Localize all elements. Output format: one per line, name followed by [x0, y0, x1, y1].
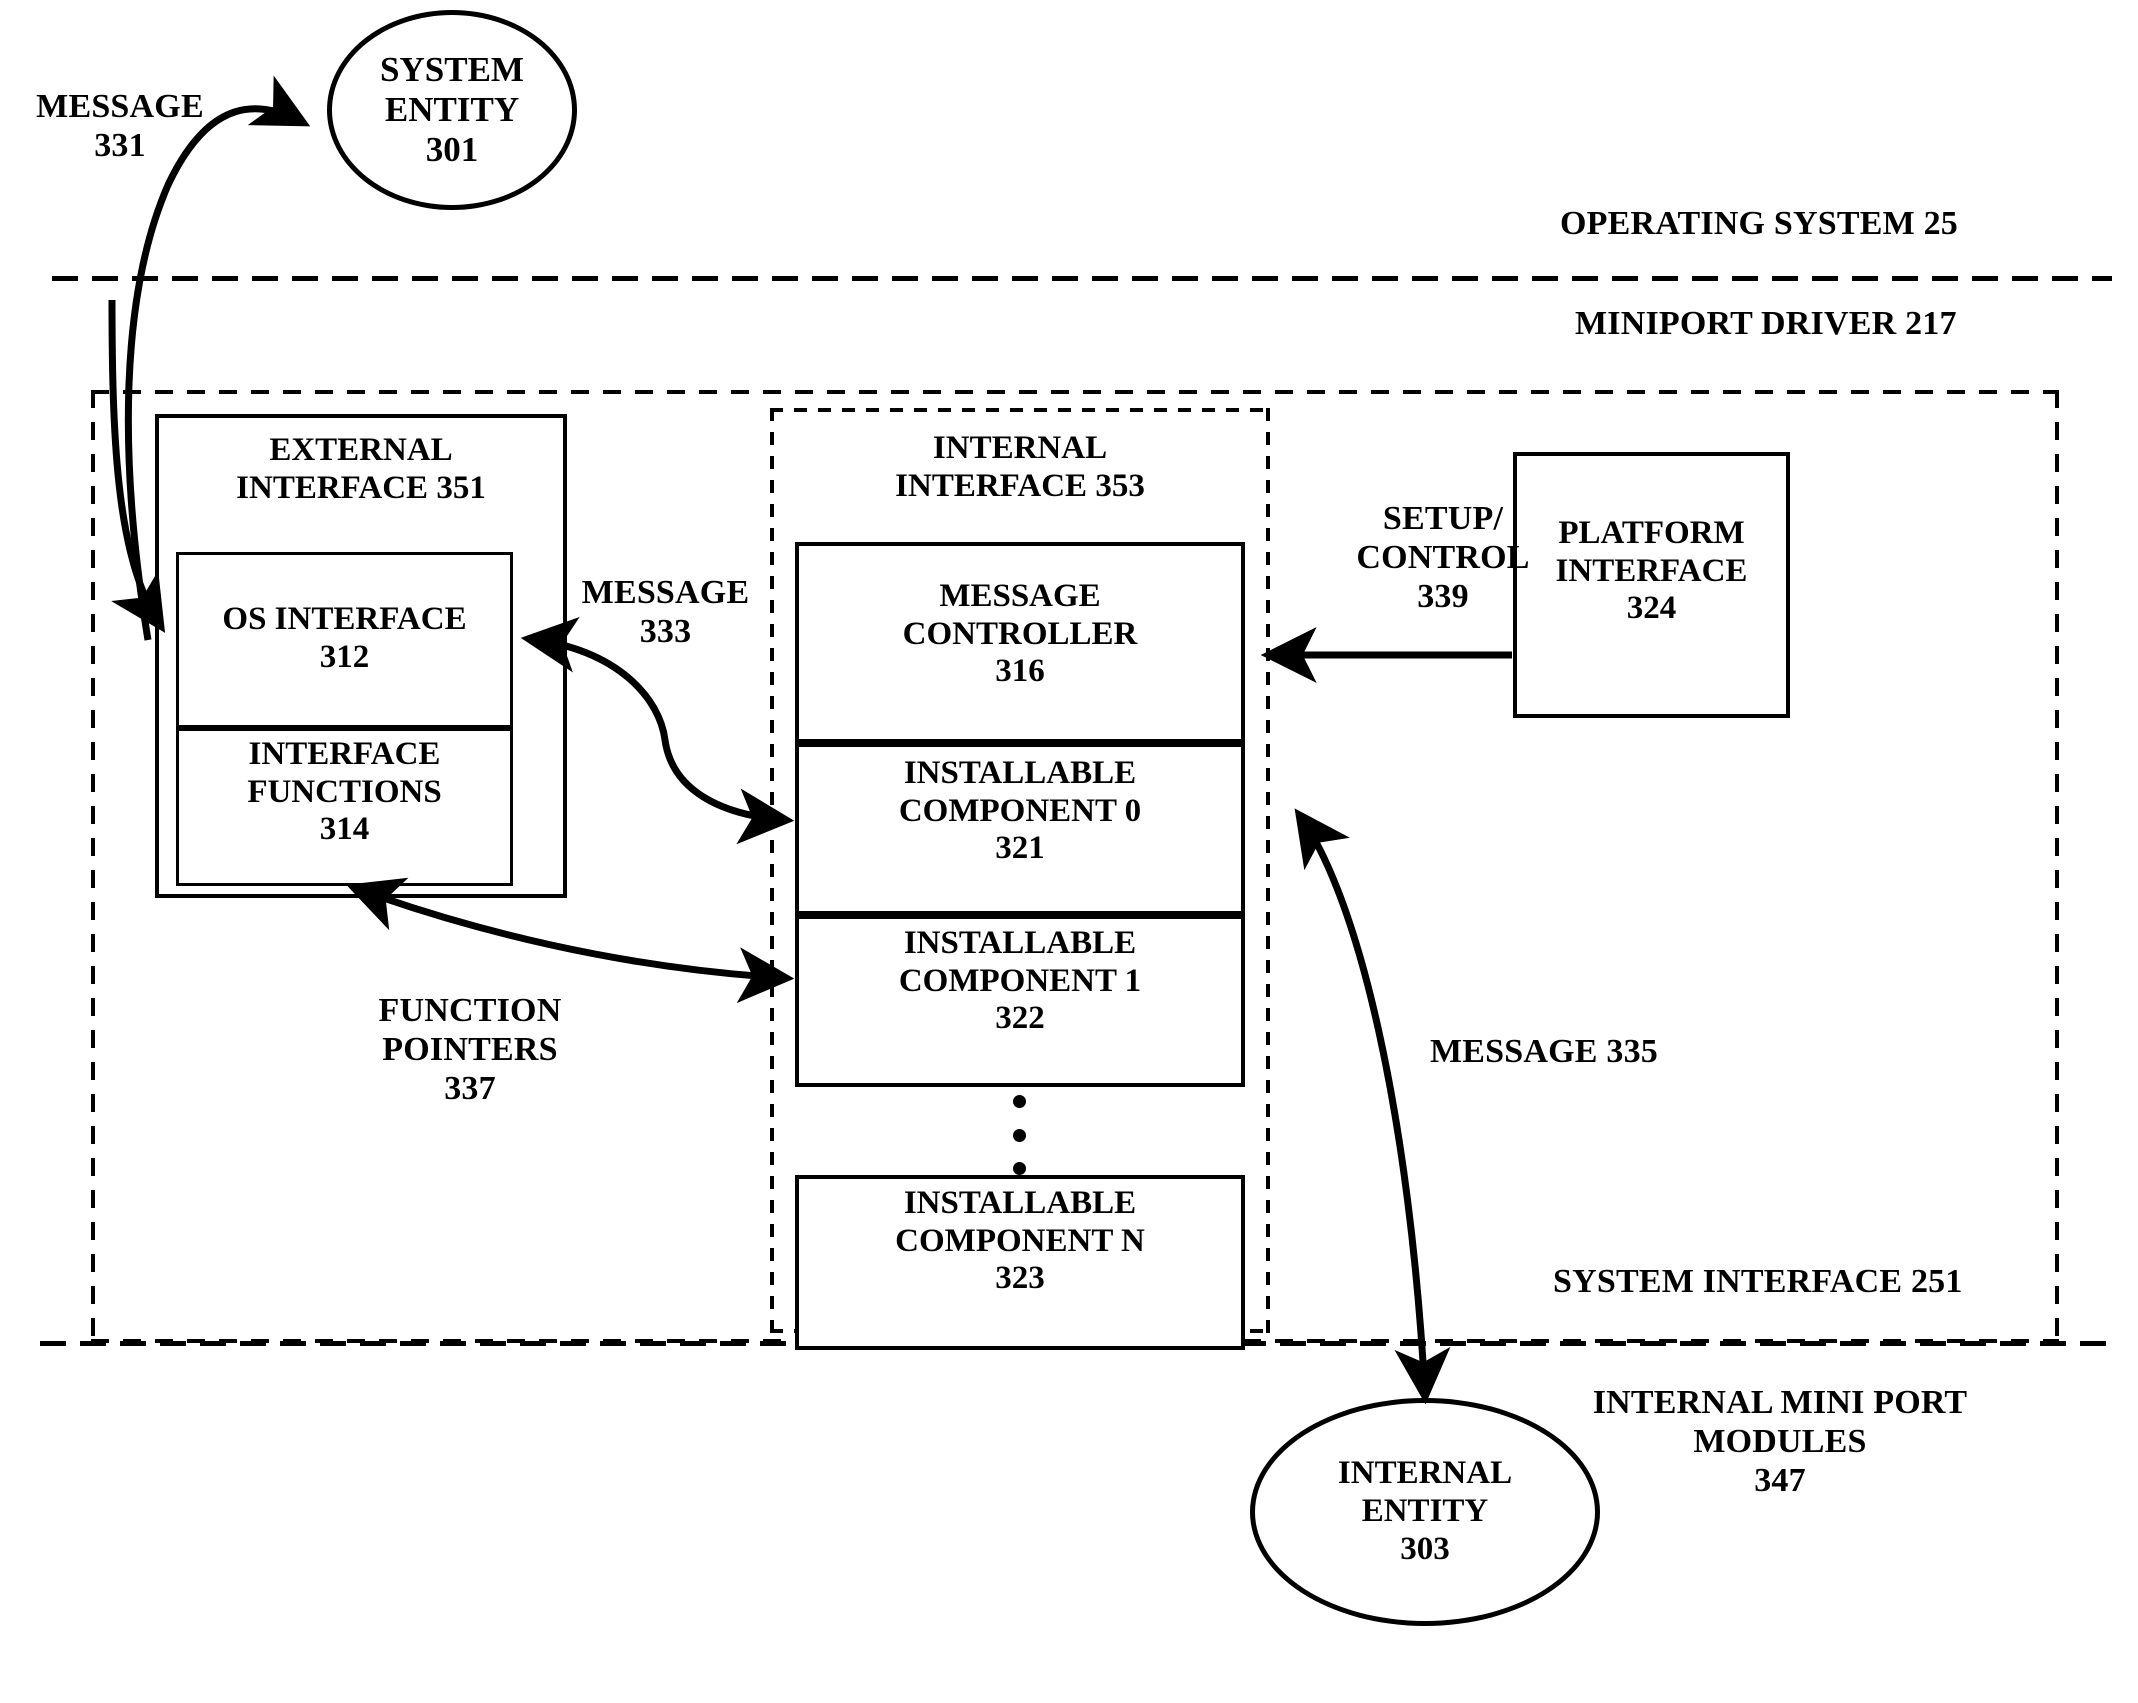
label-system-interface: SYSTEM INTERFACE 251 [1553, 1263, 1963, 1300]
installable-component-n-label-top: INSTALLABLE COMPONENT N 323 [895, 1185, 1145, 1297]
internal-entity-ellipse: INTERNAL ENTITY 303 [1250, 1398, 1600, 1626]
divider-operating-system [52, 276, 2112, 281]
internal-interface-title: INTERNAL INTERFACE 353 [895, 430, 1145, 504]
label-message-335: MESSAGE 335 [1430, 1033, 1658, 1070]
installable-component-1-label: INSTALLABLE COMPONENT 1 322 [898, 925, 1142, 1037]
figure-canvas: EXTERNAL INTERFACE 351 OS INTERFACE 312 … [0, 0, 2138, 1703]
external-interface-title: EXTERNAL INTERFACE 351 [236, 432, 486, 506]
label-miniport-driver: MINIPORT DRIVER 217 [1575, 305, 1957, 342]
vertical-ellipsis-icon [1013, 1095, 1026, 1175]
system-entity-ellipse: SYSTEM ENTITY 301 [327, 10, 577, 210]
label-setup-control-339: SETUP/ CONTROL 339 [1356, 500, 1530, 615]
label-internal-mini-port-modules: INTERNAL MINI PORT MODULES 347 [1592, 1384, 1968, 1499]
label-operating-system: OPERATING SYSTEM 25 [1560, 205, 1959, 242]
interface-functions-label: INTERFACE FUNCTIONS 314 [247, 736, 442, 848]
label-message-333: MESSAGE 333 [581, 574, 750, 650]
platform-interface-label: PLATFORM INTERFACE 324 [1555, 515, 1748, 627]
label-message-331: MESSAGE 331 [36, 88, 204, 164]
os-interface-label: OS INTERFACE 312 [222, 601, 467, 675]
installable-component-0-label: INSTALLABLE COMPONENT 0 321 [898, 755, 1142, 867]
label-function-pointers-337: FUNCTION POINTERS 337 [378, 992, 562, 1107]
message-controller-label: MESSAGE CONTROLLER 316 [902, 578, 1138, 690]
